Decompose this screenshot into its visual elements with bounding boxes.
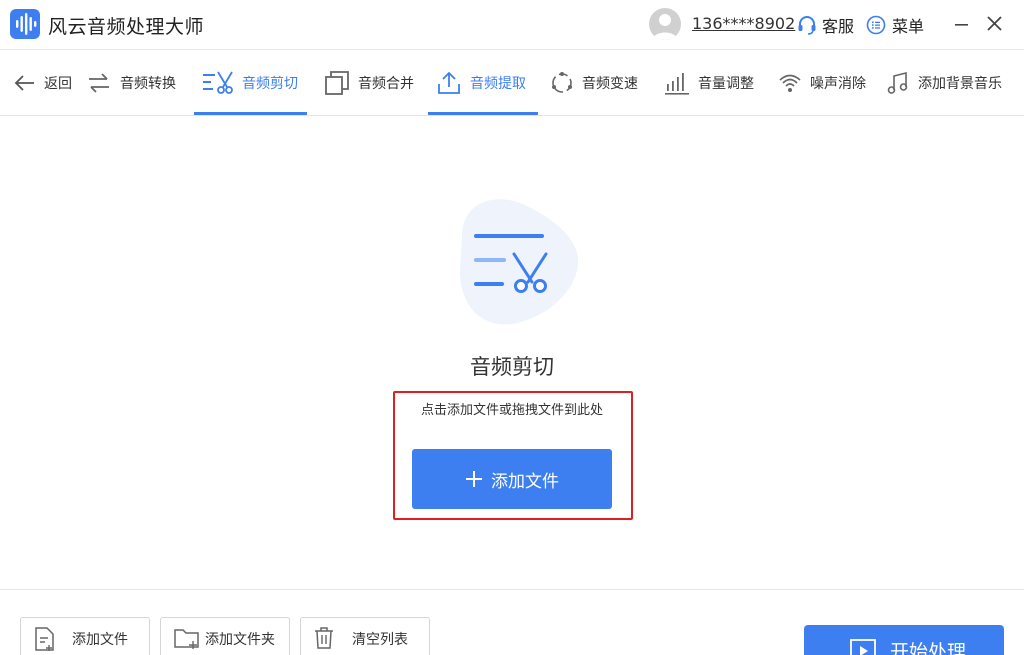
music-note-icon	[887, 71, 908, 94]
app-title: 风云音频处理大师	[48, 16, 205, 38]
back-button[interactable]: 返回	[14, 50, 72, 116]
start-processing-label: 开始处理	[890, 641, 967, 655]
tab-add-bgm[interactable]: 添加背景音乐	[886, 50, 1002, 116]
tab-label: 添加背景音乐	[918, 76, 1002, 92]
tab-noise-removal[interactable]: 噪声消除	[778, 50, 866, 116]
clear-list-label: 清空列表	[352, 632, 408, 648]
headset-icon	[798, 16, 816, 35]
add-folder-label: 添加文件夹	[205, 632, 275, 648]
avatar-icon[interactable]	[649, 8, 681, 40]
add-folder-button[interactable]: 添加文件夹	[160, 617, 290, 655]
tab-volume-adjust[interactable]: 音量调整	[664, 50, 754, 116]
menu-button[interactable]: 菜单	[866, 14, 924, 36]
feature-toolbar: 返回 音频转换 音频剪切 音频合并 音频提取 音频变速 音量调整 噪声消除 添加…	[0, 50, 1024, 116]
tab-audio-speed[interactable]: 音频变速	[550, 50, 638, 116]
active-tab-indicator	[194, 112, 307, 115]
bottom-add-file-button[interactable]: 添加文件	[20, 617, 150, 655]
menu-list-icon	[866, 15, 886, 35]
title-bar: 风云音频处理大师 136****8902 客服 菜单	[0, 0, 1024, 50]
start-processing-button[interactable]: 开始处理	[804, 625, 1004, 655]
user-account-link[interactable]: 136****8902	[692, 14, 795, 33]
tab-label: 音量调整	[698, 76, 754, 92]
audio-cut-illustration-icon	[460, 199, 579, 325]
active-tab-indicator	[428, 112, 538, 115]
wifi-noise-icon	[779, 74, 801, 92]
tab-label: 音频变速	[582, 76, 638, 92]
volume-bars-icon	[665, 73, 689, 95]
tab-audio-merge[interactable]: 音频合并	[324, 50, 414, 116]
bottom-bar: 添加文件 添加文件夹 清空列表 开始处理	[0, 590, 1024, 655]
scissors-icon	[203, 71, 233, 94]
file-drop-area[interactable]: 音频剪切 点击添加文件或拖拽文件到此处 添加文件	[0, 116, 1024, 590]
support-label: 客服	[822, 17, 855, 36]
app-logo-icon	[10, 9, 40, 39]
close-icon[interactable]	[985, 14, 1005, 34]
clear-list-button[interactable]: 清空列表	[300, 617, 430, 655]
add-file-button[interactable]: 添加文件	[412, 449, 612, 509]
tab-label: 音频转换	[120, 76, 176, 92]
back-label: 返回	[44, 76, 72, 92]
tab-label: 音频剪切	[242, 76, 298, 92]
speed-icon	[552, 72, 572, 93]
upload-icon	[438, 71, 460, 94]
tab-label: 音频合并	[358, 76, 414, 92]
section-title: 音频剪切	[470, 355, 554, 379]
tab-audio-convert[interactable]: 音频转换	[86, 50, 176, 116]
arrow-left-icon	[14, 75, 34, 91]
play-icon	[850, 639, 876, 655]
plus-icon	[466, 471, 482, 487]
minimize-icon[interactable]	[952, 14, 972, 34]
convert-icon	[89, 73, 109, 93]
add-file-label: 添加文件	[491, 471, 559, 492]
support-button[interactable]: 客服	[796, 14, 854, 36]
menu-label: 菜单	[892, 17, 925, 36]
tab-label: 噪声消除	[810, 76, 866, 92]
tab-audio-cut[interactable]: 音频剪切	[194, 50, 307, 116]
bottom-add-file-label: 添加文件	[72, 632, 128, 648]
tab-label: 音频提取	[470, 76, 526, 92]
merge-icon	[325, 71, 349, 95]
tab-audio-extract[interactable]: 音频提取	[428, 50, 538, 116]
